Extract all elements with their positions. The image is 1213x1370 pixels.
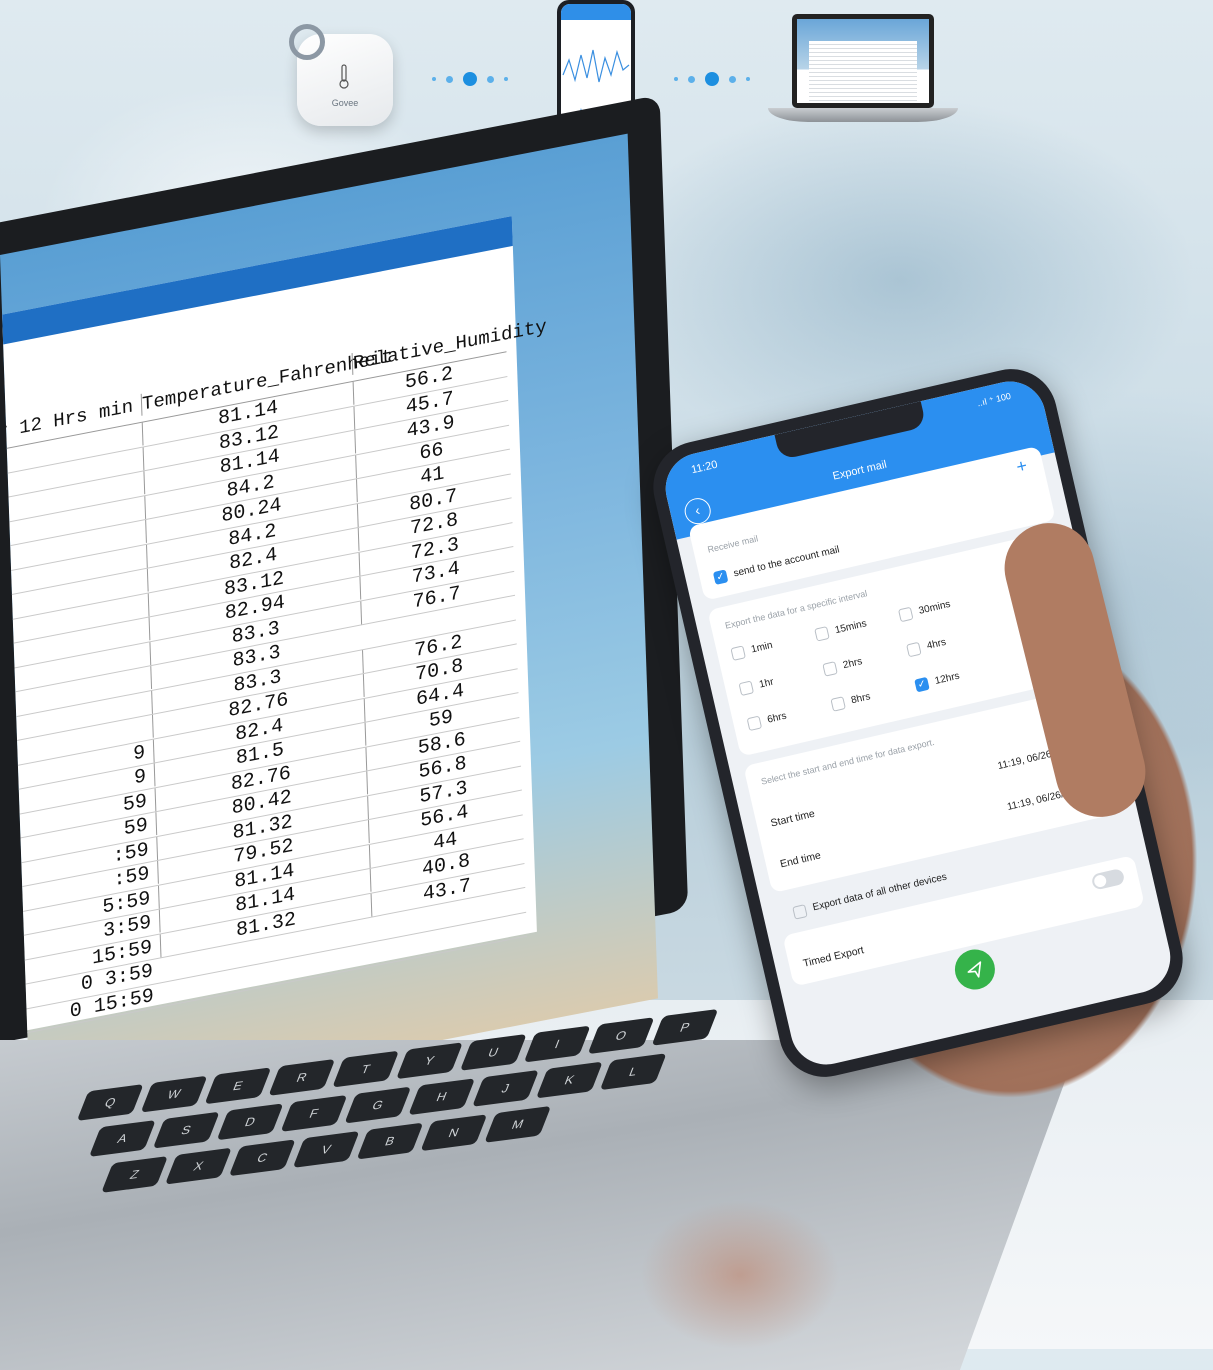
spreadsheet-table: y 12 Hrs min Temperature_Fahrenheit Rela…: [0, 315, 547, 1045]
interval-checkbox-15mins[interactable]: [814, 626, 830, 642]
keyboard-key[interactable]: O: [587, 1017, 655, 1055]
interval-checkbox-1min[interactable]: [730, 645, 746, 661]
keyboard-key[interactable]: G: [344, 1086, 412, 1124]
connection-dots-right: [674, 72, 750, 86]
interval-checkbox-2hrs[interactable]: [822, 661, 838, 677]
interval-checkbox-4hrs[interactable]: [906, 641, 922, 658]
thermometer-sensor: Govee: [289, 24, 393, 126]
interval-label: 1hr: [758, 676, 775, 691]
export-all-checkbox[interactable]: [792, 904, 808, 920]
timed-export-toggle[interactable]: [1090, 867, 1126, 891]
keyboard-key[interactable]: H: [408, 1078, 476, 1116]
keyboard-key[interactable]: L: [599, 1053, 667, 1091]
keyboard-key[interactable]: R: [268, 1058, 336, 1096]
keyboard-key[interactable]: W: [140, 1075, 208, 1113]
send-to-account-checkbox[interactable]: ✓: [712, 569, 729, 585]
start-time-label: Start time: [769, 807, 817, 830]
keyboard-key[interactable]: M: [484, 1105, 552, 1143]
keyboard-key[interactable]: E: [204, 1067, 272, 1105]
connection-dots-left: [432, 72, 508, 86]
mini-laptop-base: [768, 108, 958, 122]
send-button[interactable]: [950, 945, 999, 994]
keyboard-key[interactable]: N: [420, 1114, 488, 1152]
interval-label: 12hrs: [933, 670, 961, 687]
thermometer-icon: [339, 64, 349, 89]
end-time-label: End time: [778, 849, 823, 871]
keyboard-key[interactable]: A: [88, 1120, 156, 1157]
interval-checkbox-1hr[interactable]: [738, 680, 755, 697]
interval-checkbox-6hrs[interactable]: [746, 715, 763, 732]
interval-label: 1min: [750, 639, 774, 656]
keyboard-key[interactable]: Y: [396, 1042, 463, 1080]
keyboard-key[interactable]: C: [228, 1139, 296, 1177]
keyboard-key[interactable]: Q: [76, 1084, 144, 1121]
interval-label: 2hrs: [841, 656, 864, 672]
sensor-brand: Govee: [331, 98, 359, 108]
timed-export-label: Timed Export: [801, 944, 866, 970]
interval-label: 15mins: [833, 618, 868, 637]
laptop-screen: y 12 Hrs min Temperature_Fahrenheit Rela…: [0, 133, 658, 1120]
keyboard-key[interactable]: B: [356, 1122, 424, 1160]
keyboard-key[interactable]: T: [332, 1050, 400, 1088]
keyboard-key[interactable]: J: [472, 1069, 540, 1107]
mini-laptop: [792, 14, 934, 108]
interval-checkbox-12hrs[interactable]: ✓: [914, 676, 930, 693]
paper-plane-icon: [967, 961, 982, 978]
interval-checkbox-8hrs[interactable]: [830, 696, 846, 712]
keyboard-key[interactable]: K: [535, 1061, 603, 1099]
keyboard-key[interactable]: S: [152, 1111, 220, 1149]
keyboard-key[interactable]: U: [459, 1033, 527, 1071]
interval-label: 6hrs: [766, 710, 788, 726]
keyboard-key[interactable]: I: [523, 1025, 591, 1063]
interval-label: 4hrs: [925, 636, 948, 652]
keyboard-key[interactable]: F: [280, 1094, 348, 1132]
send-to-account-label: send to the account mail: [732, 544, 841, 580]
keyboard-key[interactable]: D: [216, 1103, 284, 1141]
status-time: 11:20: [690, 458, 719, 477]
add-mail-button[interactable]: +: [1014, 455, 1029, 478]
keyboard-key[interactable]: X: [164, 1147, 232, 1185]
typing-fingers: [640, 1200, 840, 1350]
interval-label: 8hrs: [850, 691, 872, 707]
keyboard-key[interactable]: V: [292, 1130, 360, 1168]
status-icons: ..ıl ⁺ 100: [976, 390, 1012, 409]
hanging-loop: [289, 24, 325, 60]
keyboard-key[interactable]: Z: [101, 1156, 169, 1193]
receive-mail-label: Receive mail: [706, 533, 760, 555]
interval-label: 30mins: [917, 598, 952, 617]
interval-checkbox-30mins[interactable]: [897, 606, 914, 623]
